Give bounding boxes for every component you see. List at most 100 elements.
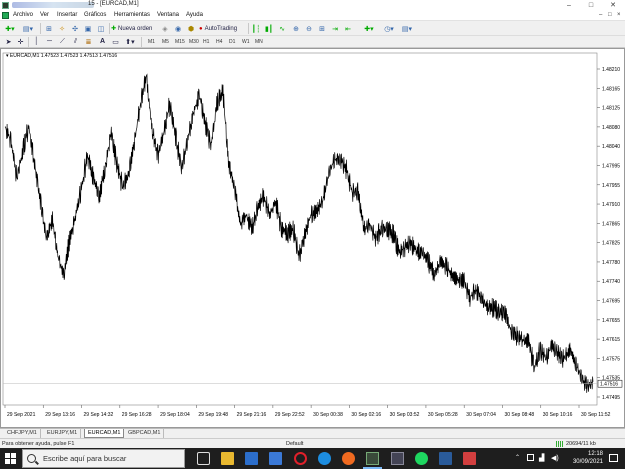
network-icon[interactable]: ▟ [539, 454, 544, 462]
time-tick-label: 29 Sep 18:04 [160, 412, 190, 418]
tab-gbpcad[interactable]: GBPCAD,M1 [125, 429, 165, 438]
app-icon-red[interactable] [463, 452, 476, 465]
time-tick-label: 30 Sep 05:28 [428, 412, 458, 418]
timeframe-w1[interactable]: W1 [242, 37, 250, 47]
mdi-minimize-button[interactable]: – [599, 12, 602, 18]
navigator-icon[interactable]: ✣ [70, 23, 80, 34]
firefox-icon[interactable] [342, 452, 355, 465]
mail-icon[interactable] [245, 452, 258, 465]
plot-frame [2, 52, 598, 406]
market-watch-icon[interactable]: ⊞ [44, 23, 54, 34]
task-view-icon[interactable] [197, 452, 210, 465]
separator [109, 23, 110, 34]
cursor-icon[interactable]: ➤ [4, 36, 13, 47]
new-chart-icon[interactable]: ✚▾ [3, 23, 17, 34]
timeframe-h1[interactable]: H1 [203, 37, 209, 47]
zoom-in-icon[interactable]: ⊕ [291, 23, 301, 34]
tester-icon[interactable]: ◫ [96, 23, 106, 34]
arrows-icon[interactable]: ⬆▾ [124, 36, 136, 47]
autotrading-icon: ● [199, 25, 203, 32]
mdi-close-button[interactable]: × [617, 12, 621, 18]
price-tick-label: 1.47740 [602, 279, 620, 285]
fibonacci-icon[interactable]: ≣ [84, 36, 93, 47]
timeframe-h4[interactable]: H4 [216, 37, 222, 47]
autotrading-label: AutoTrading [204, 25, 238, 32]
chart-window[interactable]: ▾ EURCAD,M1 1.47523 1.47523 1.47513 1.47… [0, 48, 625, 428]
volume-icon[interactable]: ◀) [551, 454, 559, 462]
text-label-icon[interactable]: ▭ [111, 36, 120, 47]
new-order-label: Nueva orden [118, 25, 153, 32]
battery-icon[interactable] [527, 454, 534, 461]
app-icon-blue[interactable] [439, 452, 452, 465]
timeframe-d1[interactable]: D1 [229, 37, 235, 47]
vertical-line-icon[interactable]: │ [32, 36, 41, 47]
search-icon [27, 454, 36, 463]
expert-icon[interactable]: ⬢ [186, 23, 196, 34]
auto-scroll-icon[interactable]: ⇥ [330, 23, 340, 34]
menu-ventana[interactable]: Ventana [157, 12, 179, 18]
terminal-icon[interactable]: ▣ [83, 23, 93, 34]
autotrading-button[interactable]: ● AutoTrading [199, 23, 245, 34]
timeframe-mn[interactable]: MN [255, 37, 263, 47]
time-tick-label: 30 Sep 03:52 [390, 412, 420, 418]
clock[interactable]: 12:18 30/09/2021 [573, 450, 603, 466]
periods-icon[interactable]: ◷▾ [382, 23, 396, 34]
timeframe-m5[interactable]: M5 [162, 37, 169, 47]
window-title: 15 - [EURCAD,M1] [88, 1, 139, 7]
close-button[interactable]: ✕ [602, 0, 624, 11]
time-tick-label: 29 Sep 16:28 [122, 412, 152, 418]
candlestick-icon[interactable]: ▮┃ [264, 23, 274, 34]
tile-windows-icon[interactable]: ⊞ [317, 23, 327, 34]
metaeditor-icon[interactable]: ◈ [160, 23, 170, 34]
indicators-icon[interactable]: ✚▾ [362, 23, 376, 34]
profile-name: Default [286, 441, 304, 447]
metatrader-icon[interactable] [366, 452, 379, 465]
minimize-button[interactable]: – [558, 0, 580, 11]
trendline-icon[interactable]: ⟋ [58, 36, 67, 47]
timeframe-m1[interactable]: M1 [148, 37, 155, 47]
profiles-icon[interactable]: ▤▾ [21, 23, 35, 34]
bar-chart-icon[interactable]: ┃┆ [251, 23, 261, 34]
time-tick-label: 30 Sep 07:04 [466, 412, 496, 418]
price-chart[interactable]: ▾ EURCAD,M1 1.47523 1.47523 1.47513 1.47… [1, 49, 624, 427]
zoom-out-icon[interactable]: ⊖ [304, 23, 314, 34]
tab-eurjpy[interactable]: EURJPY,M1 [44, 429, 82, 438]
file-explorer-icon[interactable] [221, 452, 234, 465]
edge-icon[interactable] [318, 452, 331, 465]
mdi-restore-button[interactable]: □ [608, 12, 612, 18]
opera-icon[interactable] [294, 452, 307, 465]
text-icon[interactable]: A [98, 36, 107, 47]
line-chart-icon[interactable]: ∿ [277, 23, 287, 34]
chevron-up-icon[interactable]: ⌃ [515, 454, 520, 461]
tab-chfjpy[interactable]: CHFJPY,M1 [4, 429, 41, 438]
menu-bar: Archivo Ver Insertar Gráficos Herramient… [0, 11, 625, 21]
menu-herramientas[interactable]: Herramientas [114, 12, 150, 18]
data-window-icon[interactable]: ✧ [57, 23, 67, 34]
account-name-blurred [12, 2, 94, 8]
menu-archivo[interactable]: Archivo [13, 12, 33, 18]
equidistant-channel-icon[interactable]: ⫽ [71, 36, 80, 47]
menu-insertar[interactable]: Insertar [57, 12, 77, 18]
chart-tabs: CHFJPY,M1 EURJPY,M1 EURCAD,M1 GBPCAD,M1 [0, 428, 625, 438]
spotify-icon[interactable] [415, 452, 428, 465]
signals-icon[interactable]: ◉ [173, 23, 183, 34]
chart-shift-icon[interactable]: ⇤ [343, 23, 353, 34]
timeframe-m30[interactable]: M30 [189, 37, 199, 47]
tab-eurcad[interactable]: EURCAD,M1 [84, 429, 125, 438]
windows-start-icon[interactable] [5, 453, 17, 465]
new-order-icon: ✚ [111, 26, 117, 32]
menu-ver[interactable]: Ver [40, 12, 49, 18]
price-series-line [4, 73, 594, 393]
templates-icon[interactable]: ▤▾ [400, 23, 414, 34]
menu-graficos[interactable]: Gráficos [84, 12, 106, 18]
maximize-button[interactable]: □ [580, 0, 602, 11]
notifications-icon[interactable] [609, 454, 618, 462]
crosshair-icon[interactable]: ✛ [16, 36, 25, 47]
menu-ayuda[interactable]: Ayuda [186, 12, 203, 18]
horizontal-line-icon[interactable]: ─ [45, 36, 54, 47]
taskbar-search[interactable]: Escribe aquí para buscar [22, 449, 185, 468]
metatrader-2-icon[interactable] [391, 452, 404, 465]
new-order-button[interactable]: ✚ Nueva orden [111, 23, 167, 34]
store-icon[interactable] [269, 452, 282, 465]
timeframe-m15[interactable]: M15 [175, 37, 185, 47]
